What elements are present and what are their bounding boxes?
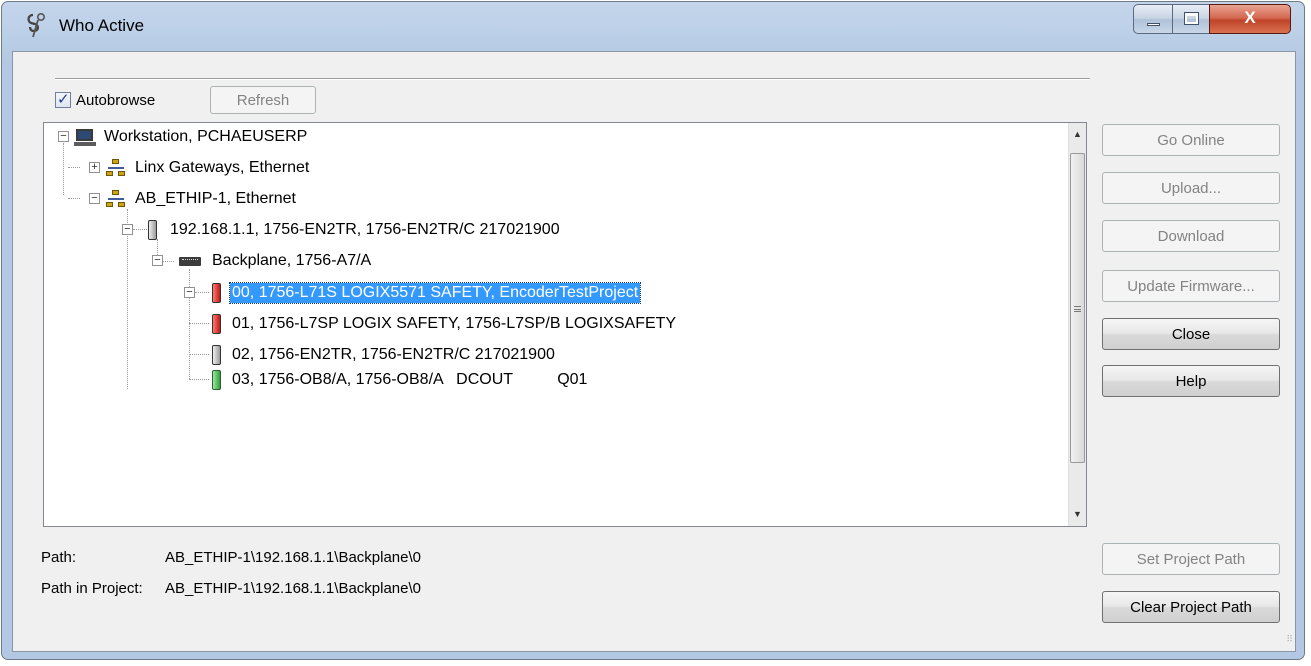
clear-project-path-button[interactable]: Clear Project Path xyxy=(1102,591,1280,623)
group-separator xyxy=(55,78,1090,80)
path-value: AB_ETHIP-1\192.168.1.1\Backplane\0 xyxy=(165,549,421,566)
close-icon: X xyxy=(1244,8,1256,27)
safety-controller-icon xyxy=(212,283,224,303)
tree-item-slot-02[interactable]: 02, 1756-EN2TR, 1756-EN2TR/C 217021900 xyxy=(212,342,557,368)
autobrowse-label: Autobrowse xyxy=(76,91,156,109)
autobrowse-checkbox[interactable]: ✓ xyxy=(55,91,71,108)
collapse-en2tr-toggle[interactable]: − xyxy=(122,224,133,235)
autobrowse-row: ✓ Autobrowse xyxy=(55,88,155,112)
path-in-project-value: AB_ETHIP-1\192.168.1.1\Backplane\0 xyxy=(165,580,421,597)
tree-item-label: 192.168.1.1, 1756-EN2TR, 1756-EN2TR/C 21… xyxy=(170,221,560,238)
minimize-button[interactable] xyxy=(1133,4,1173,34)
tree-item-workstation[interactable]: Workstation, PCHAEUSERP xyxy=(74,124,309,150)
safety-partner-icon xyxy=(212,314,224,334)
refresh-button[interactable]: Refresh xyxy=(210,86,316,114)
tree-item-label: Workstation, PCHAEUSERP xyxy=(104,128,308,145)
resize-grip-icon[interactable]: ⠿ xyxy=(1281,635,1293,649)
maximize-button[interactable] xyxy=(1172,4,1210,34)
path-label: Path: xyxy=(41,549,77,566)
download-button[interactable]: Download xyxy=(1102,220,1280,252)
tree-vertical-scrollbar[interactable]: ▲ ▼ xyxy=(1068,123,1086,526)
close-button[interactable]: Close xyxy=(1102,318,1280,350)
maximize-icon xyxy=(1184,12,1199,25)
tree-connector xyxy=(133,229,149,230)
communication-module-icon xyxy=(212,345,224,365)
rslogix-app-icon xyxy=(27,12,46,38)
tree-connector xyxy=(189,379,209,380)
scroll-up-icon[interactable]: ▲ xyxy=(1069,126,1086,143)
upload-button[interactable]: Upload... xyxy=(1102,172,1280,204)
tree-item-slot-03[interactable]: 03, 1756-OB8/A, 1756-OB8/A DCOUT Q01 xyxy=(212,367,589,393)
path-in-project-label: Path in Project: xyxy=(41,580,143,597)
digital-output-module-icon xyxy=(212,370,224,390)
scroll-down-icon[interactable]: ▼ xyxy=(1069,506,1086,523)
collapse-slot0-toggle[interactable]: − xyxy=(184,287,195,298)
tree-item-label: AB_ETHIP-1, Ethernet xyxy=(135,190,296,207)
tree-item-label: Backplane, 1756-A7/A xyxy=(212,252,372,269)
tree-connector xyxy=(68,198,80,199)
set-project-path-button[interactable]: Set Project Path xyxy=(1102,543,1280,575)
title-bar[interactable]: Who Active X xyxy=(2,2,1304,52)
ethernet-network-icon xyxy=(105,189,127,209)
tree-item-label: Linx Gateways, Ethernet xyxy=(135,159,310,176)
workstation-icon xyxy=(74,127,96,147)
grip-icon xyxy=(1074,306,1081,312)
scrollbar-thumb[interactable] xyxy=(1070,153,1085,463)
network-tree[interactable]: − + − − − − Workstation, PCHAEUSERP Linx… xyxy=(43,122,1087,527)
expand-linx-toggle[interactable]: + xyxy=(89,162,100,173)
who-active-window: Who Active X ✓ Autobrowse Refresh − + − … xyxy=(1,1,1305,660)
backplane-icon xyxy=(178,251,204,271)
tree-connector xyxy=(189,323,209,324)
tree-item-linx-gateways[interactable]: Linx Gateways, Ethernet xyxy=(105,155,311,181)
tree-item-label: 00, 1756-L71S LOGIX5571 SAFETY, EncoderT… xyxy=(228,282,642,304)
close-window-button[interactable]: X xyxy=(1209,4,1291,34)
update-firmware-button[interactable]: Update Firmware... xyxy=(1102,270,1280,302)
collapse-ethip-toggle[interactable]: − xyxy=(89,193,100,204)
minimize-icon xyxy=(1147,23,1160,26)
communication-module-icon xyxy=(148,220,162,240)
tree-connector xyxy=(189,354,209,355)
help-button[interactable]: Help xyxy=(1102,365,1280,397)
ethernet-network-icon xyxy=(105,158,127,178)
tree-item-ab-ethip[interactable]: AB_ETHIP-1, Ethernet xyxy=(105,186,298,212)
tree-item-label: 01, 1756-L7SP LOGIX SAFETY, 1756-L7SP/B … xyxy=(232,315,677,332)
window-title: Who Active xyxy=(59,16,145,35)
collapse-backplane-toggle[interactable]: − xyxy=(152,255,163,266)
tree-item-label: 03, 1756-OB8/A, 1756-OB8/A DCOUT Q01 xyxy=(232,371,588,388)
tree-item-backplane[interactable]: Backplane, 1756-A7/A xyxy=(178,248,373,274)
collapse-workstation-toggle[interactable]: − xyxy=(58,131,69,142)
tree-item-slot-00[interactable]: 00, 1756-L71S LOGIX5571 SAFETY, EncoderT… xyxy=(212,280,642,306)
tree-item-en2tr[interactable]: 192.168.1.1, 1756-EN2TR, 1756-EN2TR/C 21… xyxy=(148,217,562,243)
go-online-button[interactable]: Go Online xyxy=(1102,124,1280,156)
tree-connector xyxy=(162,261,174,262)
tree-connector xyxy=(127,209,128,389)
dialog-client-area: ✓ Autobrowse Refresh − + − − − − Worksta… xyxy=(12,51,1296,652)
tree-connector xyxy=(63,143,64,195)
tree-connector xyxy=(68,167,80,168)
tree-connector xyxy=(195,292,209,293)
tree-item-slot-01[interactable]: 01, 1756-L7SP LOGIX SAFETY, 1756-L7SP/B … xyxy=(212,311,678,337)
check-icon: ✓ xyxy=(57,91,70,108)
tree-item-label: 02, 1756-EN2TR, 1756-EN2TR/C 217021900 xyxy=(232,346,555,363)
